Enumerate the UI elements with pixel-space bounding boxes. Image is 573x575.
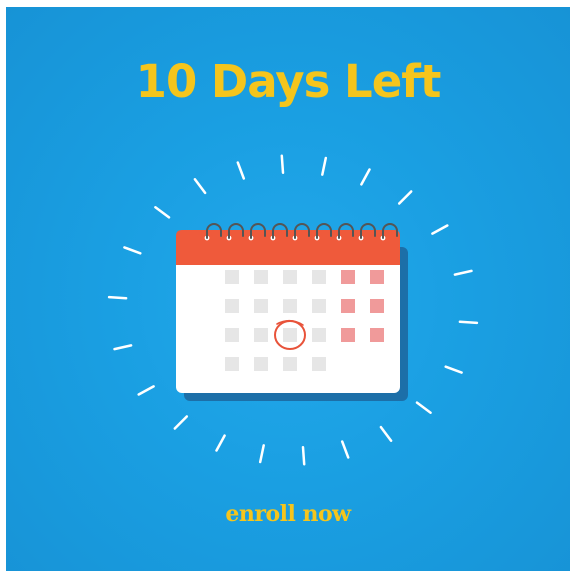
sparkle-line <box>444 365 463 374</box>
sparkle-line <box>458 320 479 325</box>
sparkle-line <box>113 344 133 351</box>
day-cell <box>312 270 326 284</box>
sparkle-line <box>258 444 265 464</box>
remaining-day-cell <box>370 328 384 342</box>
day-cell <box>225 299 239 313</box>
sparkle-line <box>321 156 328 176</box>
sparkle-line <box>301 446 306 466</box>
sparkle-line <box>173 415 189 430</box>
enroll-now-link[interactable]: enroll now <box>6 501 570 527</box>
sparkle-line <box>215 434 226 452</box>
day-cell <box>283 328 297 342</box>
sparkle-line <box>453 269 473 276</box>
sparkle-line <box>431 224 449 235</box>
remaining-day-cell <box>370 299 384 313</box>
sparkle-line <box>415 401 432 414</box>
sparkle-line <box>154 206 171 219</box>
day-cell <box>254 328 268 342</box>
calendar-icon <box>176 223 408 401</box>
day-cell <box>225 357 239 371</box>
sparkle-line <box>280 154 285 174</box>
sparkle-line <box>107 295 128 300</box>
day-cell <box>283 299 297 313</box>
day-cell <box>312 299 326 313</box>
day-cell <box>254 270 268 284</box>
day-cell <box>225 328 239 342</box>
sparkle-line <box>123 246 142 255</box>
sparkle-line <box>236 161 246 180</box>
remaining-day-cell <box>341 270 355 284</box>
sparkle-line <box>137 385 155 396</box>
sparkle-line <box>340 440 350 459</box>
day-cell <box>312 328 326 342</box>
remaining-day-cell <box>341 299 355 313</box>
sparkle-line <box>360 168 371 186</box>
remaining-day-cell <box>341 328 355 342</box>
day-cell <box>312 357 326 371</box>
day-cell <box>254 299 268 313</box>
sparkle-line <box>193 178 207 195</box>
remaining-day-cell <box>370 270 384 284</box>
day-cell <box>283 357 297 371</box>
day-cell <box>283 270 297 284</box>
day-cell <box>254 357 268 371</box>
day-cell <box>225 270 239 284</box>
promo-card: 10 Days Left enroll now <box>6 7 570 571</box>
sparkle-line <box>397 190 413 205</box>
sparkle-line <box>379 425 393 442</box>
calendar-illustration <box>107 154 479 466</box>
